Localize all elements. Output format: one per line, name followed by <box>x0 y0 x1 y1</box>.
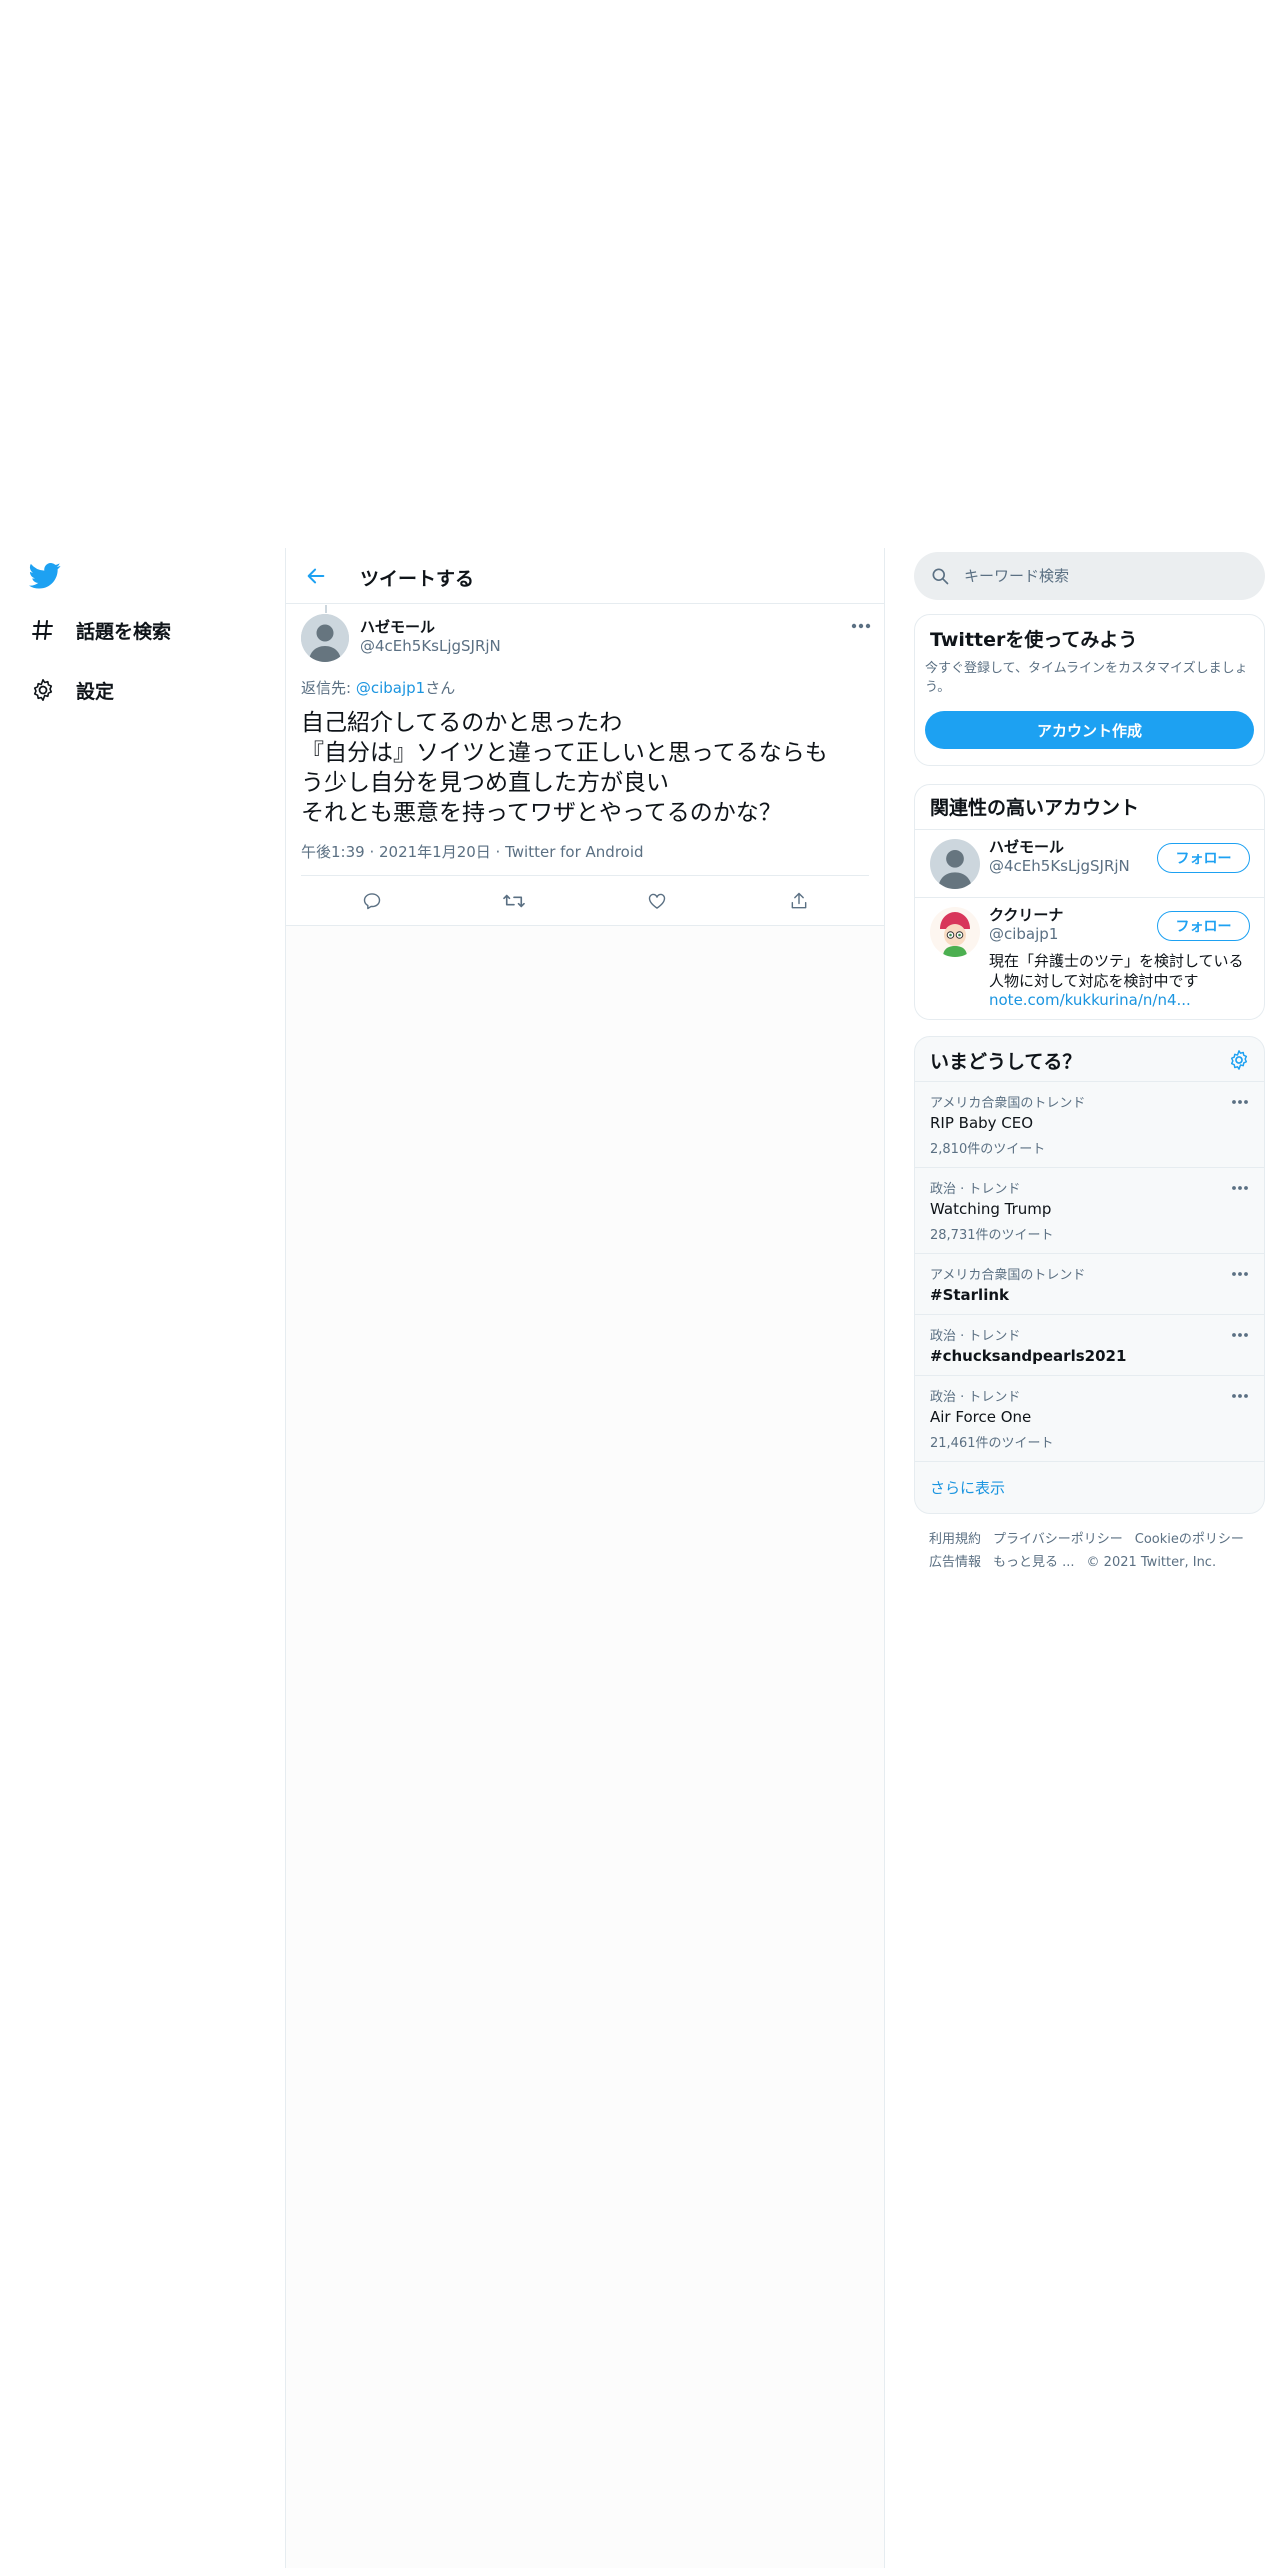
page-title: ツイートする <box>360 568 475 590</box>
like-icon[interactable] <box>642 886 672 916</box>
tweet-timestamp[interactable]: 午後1:39 · 2021年1月20日 · Twitter for Androi… <box>301 841 644 862</box>
more-options-icon[interactable] <box>1230 1094 1250 1108</box>
account-link[interactable]: note.com/kukkurina/n/n4... <box>989 991 1191 1009</box>
author-handle[interactable]: @4cEh5KsLjgSJRjN <box>360 637 501 655</box>
account-bio-line: 人物に対して対応を検討中です <box>989 972 1199 990</box>
more-options-icon[interactable] <box>1230 1180 1250 1194</box>
trend-name: RIP Baby CEO <box>930 1114 1034 1132</box>
account-handle: @4cEh5KsLjgSJRjN <box>989 857 1130 875</box>
footer-ads-link[interactable]: 広告情報 <box>929 1555 981 1570</box>
trend-context: 政治 · トレンド <box>930 1390 1021 1405</box>
signup-description: 今すぐ登録して、タイムラインをカスタマイズしましょう。 <box>925 661 1248 695</box>
trend-count: 21,461件のツイート <box>930 1436 1054 1451</box>
avatar[interactable] <box>930 907 980 957</box>
more-options-icon[interactable] <box>1230 1327 1250 1341</box>
account-bio: 現在「弁護士のツテ」を検討している 人物に対して対応を検討中です <box>989 951 1254 991</box>
follow-button[interactable]: フォロー <box>1157 911 1250 941</box>
more-options-icon[interactable] <box>848 616 874 636</box>
trend-name: #chucksandpearls2021 <box>930 1347 1127 1365</box>
signup-card: Twitterを使ってみよう 今すぐ登録して、タイムラインをカスタマイズしましょ… <box>914 614 1265 766</box>
trend-item[interactable]: アメリカ合衆国のトレンド RIP Baby CEO 2,810件のツイート <box>915 1081 1264 1167</box>
trend-context: アメリカ合衆国のトレンド <box>930 1268 1086 1283</box>
search-box[interactable] <box>914 552 1265 600</box>
trends-title: いまどうしてる？ <box>930 1051 1082 1073</box>
trend-name: Air Force One <box>930 1408 1032 1426</box>
tweet-text-line: それとも悪意を持ってワザとやってるのかな？ <box>301 800 782 826</box>
reply-suffix: さん <box>425 679 456 697</box>
show-more-link[interactable]: さらに表示 <box>930 1477 1005 1498</box>
tweet-text-line: 『自分は』ソイツと違って正しいと思ってるならも <box>301 740 828 766</box>
nav-settings-label: 設定 <box>76 680 115 703</box>
signup-title: Twitterを使ってみよう <box>930 629 1138 651</box>
retweet-icon[interactable] <box>499 886 529 916</box>
nav-explore[interactable]: 話題を検索 <box>26 606 171 654</box>
gear-icon <box>26 673 60 707</box>
footer-links: 利用規約 プライバシーポリシー Cookieのポリシー 広告情報 もっと見る ... ©… <box>929 1528 1259 1574</box>
trend-name: Watching Trump <box>930 1200 1052 1218</box>
reply-icon[interactable] <box>357 886 387 916</box>
trend-item[interactable]: アメリカ合衆国のトレンド #Starlink <box>915 1253 1264 1314</box>
search-icon <box>930 566 950 590</box>
twitter-logo-icon[interactable] <box>29 562 61 590</box>
account-name[interactable]: ハゼモール <box>989 836 1064 857</box>
author-name[interactable]: ハゼモール <box>360 616 435 637</box>
page: 話題を検索 設定 ツイートする ハゼモール @4cEh5KsLjgSJRjN 返… <box>0 0 1284 2568</box>
trend-context: 政治 · トレンド <box>930 1329 1021 1344</box>
divider <box>915 1461 1264 1462</box>
trends-card: いまどうしてる？ アメリカ合衆国のトレンド RIP Baby CEO 2,810… <box>914 1036 1265 1514</box>
footer-more-link[interactable]: もっと見る ... <box>993 1555 1075 1570</box>
nav-settings[interactable]: 設定 <box>26 666 114 714</box>
reply-user-link[interactable]: @cibajp1 <box>356 679 425 697</box>
footer-copyright: © 2021 Twitter, Inc. <box>1086 1555 1217 1570</box>
trend-item[interactable]: 政治 · トレンド Watching Trump 28,731件のツイート <box>915 1167 1264 1253</box>
account-name[interactable]: ククリーナ <box>989 904 1063 925</box>
main-column: ツイートする ハゼモール @4cEh5KsLjgSJRjN 返信先: @ciba… <box>285 548 885 2568</box>
avatar[interactable] <box>930 839 980 889</box>
search-input[interactable] <box>964 564 1244 588</box>
account-bio-line: 現在「弁護士のツテ」を検討している <box>989 952 1244 970</box>
trend-item[interactable]: 政治 · トレンド #chucksandpearls2021 <box>915 1314 1264 1375</box>
trend-count: 28,731件のツイート <box>930 1228 1054 1243</box>
gear-icon[interactable] <box>1228 1049 1250 1071</box>
tweet-text-line: う少し自分を見つめ直した方が良い <box>301 770 669 796</box>
tweet-detail: ツイートする ハゼモール @4cEh5KsLjgSJRjN 返信先: @ciba… <box>286 548 884 926</box>
trend-context: アメリカ合衆国のトレンド <box>930 1096 1086 1111</box>
thread-connector <box>325 605 327 613</box>
back-arrow-icon[interactable] <box>298 558 334 594</box>
trend-item[interactable]: 政治 · トレンド Air Force One 21,461件のツイート <box>915 1375 1264 1461</box>
trend-count: 2,810件のツイート <box>930 1142 1046 1157</box>
create-account-button[interactable]: アカウント作成 <box>925 711 1254 749</box>
tweet-text-line: 自己紹介してるのかと思ったわ <box>301 710 623 736</box>
follow-button[interactable]: フォロー <box>1157 843 1250 873</box>
footer-cookie-link[interactable]: Cookieのポリシー <box>1135 1532 1244 1547</box>
trend-context: 政治 · トレンド <box>930 1182 1021 1197</box>
account-row[interactable]: ククリーナ @cibajp1 フォロー 現在「弁護士のツテ」を検討している 人物… <box>915 897 1264 1019</box>
footer-terms-link[interactable]: 利用規約 <box>929 1532 981 1547</box>
page-header: ツイートする <box>286 548 884 604</box>
tweet-actions <box>286 878 884 924</box>
nav-explore-label: 話題を検索 <box>76 620 172 643</box>
relevant-accounts-title: 関連性の高いアカウント <box>930 797 1140 819</box>
share-icon[interactable] <box>784 886 814 916</box>
avatar[interactable] <box>301 614 349 662</box>
reply-prefix: 返信先: <box>301 679 356 697</box>
hashtag-icon <box>26 613 60 647</box>
trend-name: #Starlink <box>930 1286 1009 1304</box>
account-row[interactable]: ハゼモール @4cEh5KsLjgSJRjN フォロー <box>915 829 1264 897</box>
more-options-icon[interactable] <box>1230 1388 1250 1402</box>
reply-to-line: 返信先: @cibajp1さん <box>301 677 455 698</box>
more-options-icon[interactable] <box>1230 1266 1250 1280</box>
divider <box>301 875 869 876</box>
divider <box>286 925 884 926</box>
tweet-text: 自己紹介してるのかと思ったわ 『自分は』ソイツと違って正しいと思ってるならも う… <box>301 708 871 828</box>
account-handle: @cibajp1 <box>989 925 1059 943</box>
footer-privacy-link[interactable]: プライバシーポリシー <box>993 1532 1123 1547</box>
relevant-accounts-card: 関連性の高いアカウント ハゼモール @4cEh5KsLjgSJRjN フォロー … <box>914 784 1265 1020</box>
